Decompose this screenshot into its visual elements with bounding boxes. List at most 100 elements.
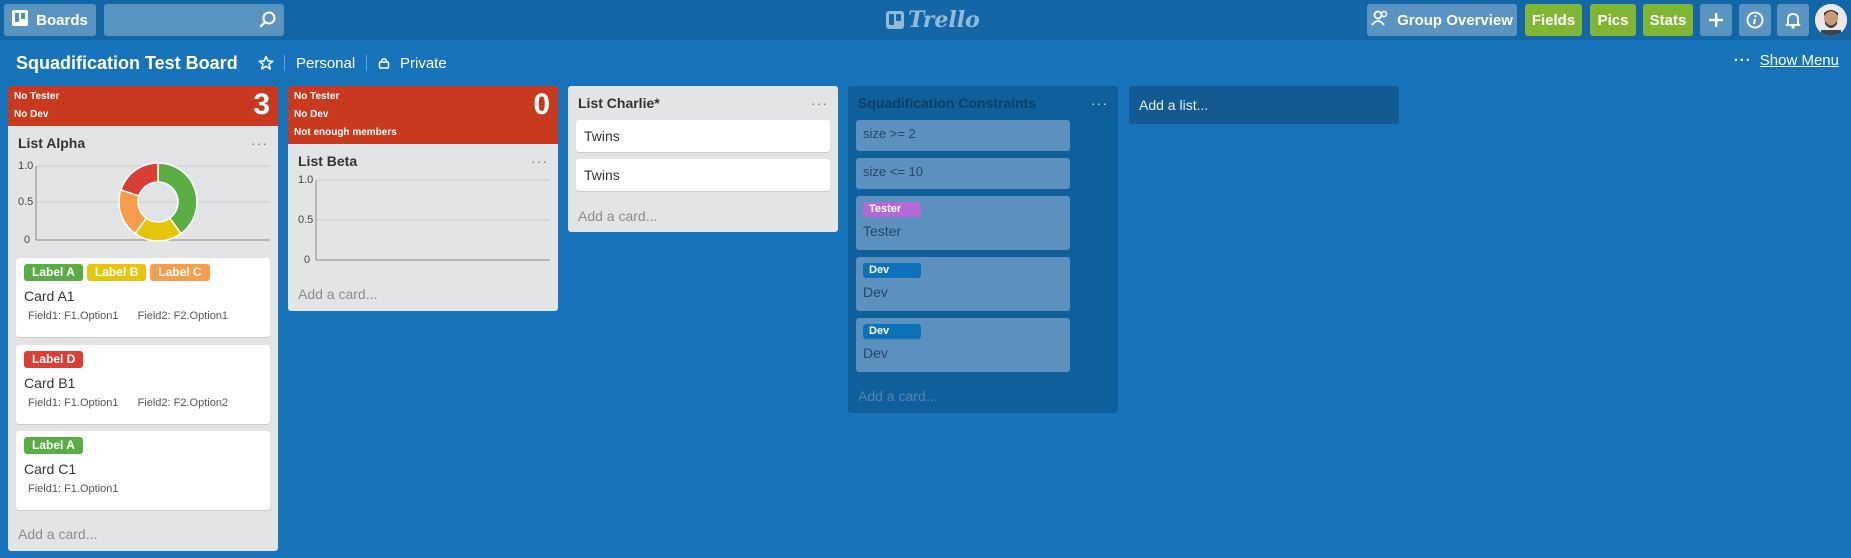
card-fields: Field1: F1.Option1 xyxy=(24,483,262,495)
label-a: Label A xyxy=(24,437,83,454)
squad-status-banner: No Tester No Dev 3 xyxy=(8,86,278,126)
group-icon xyxy=(1371,10,1389,30)
add-card-button[interactable]: Add a card... xyxy=(298,286,377,302)
info-button[interactable] xyxy=(1739,4,1771,36)
label-chart: 1.0 0.5 0 xyxy=(292,174,554,266)
more-icon: ··· xyxy=(1733,52,1752,69)
banner-line: No Tester xyxy=(14,91,60,102)
dev-label: Dev xyxy=(863,263,921,278)
label-chart: 1.0 0.5 0 xyxy=(12,160,274,246)
field-value: Field2: F2.Option2 xyxy=(137,397,229,409)
card-title: Card A1 xyxy=(24,288,75,304)
list-title[interactable]: List Alpha xyxy=(18,135,85,151)
group-overview-button[interactable]: Group Overview xyxy=(1367,4,1517,36)
banner-line: No Tester xyxy=(294,91,340,102)
add-card-button[interactable]: Add a card... xyxy=(858,388,937,404)
constraint-card[interactable]: Tester Tester xyxy=(856,196,1070,250)
list-beta: No Tester No Dev Not enough members 0 Li… xyxy=(288,86,558,311)
list-squadification-constraints: Squadification Constraints ··· size >= 2… xyxy=(848,86,1118,413)
list-title[interactable]: List Beta xyxy=(298,153,357,169)
list-title[interactable]: List Charlie* xyxy=(578,95,660,111)
list-menu-icon[interactable]: ··· xyxy=(251,135,268,151)
card-title: Card B1 xyxy=(24,375,76,391)
pics-label: Pics xyxy=(1597,11,1629,29)
add-card-button[interactable]: Add a card... xyxy=(578,208,657,224)
field-value: Field2: F2.Option1 xyxy=(137,310,229,322)
donut-chart xyxy=(35,162,270,242)
visibility-label: Private xyxy=(400,54,447,72)
show-menu-button[interactable]: ··· Show Menu xyxy=(1734,52,1839,69)
card-title: Twins xyxy=(584,128,620,144)
card-labels: Label A Label B Label C xyxy=(24,264,262,282)
card-twins[interactable]: Twins xyxy=(576,120,830,152)
list-header: List Beta ··· xyxy=(288,144,558,178)
fields-label: Fields xyxy=(1531,11,1576,29)
fields-button[interactable]: Fields xyxy=(1525,4,1582,36)
field-value: Field1: F1.Option1 xyxy=(28,310,119,322)
search-icon[interactable] xyxy=(258,10,278,30)
card-fields: Field1: F1.Option1 Field2: F2.Option2 xyxy=(24,397,262,409)
add-card-button[interactable]: Add a card... xyxy=(18,526,97,542)
label-b: Label B xyxy=(86,264,147,281)
list-alpha: No Tester No Dev 3 List Alpha ··· 1.0 0.… xyxy=(8,86,278,551)
stats-button[interactable]: Stats xyxy=(1643,4,1693,36)
constraint-card[interactable]: size <= 10 xyxy=(856,158,1070,189)
pics-button[interactable]: Pics xyxy=(1590,4,1636,36)
card-fields: Field1: F1.Option1 Field2: F2.Option1 xyxy=(24,310,262,322)
boards-button[interactable]: Boards xyxy=(4,4,96,36)
field-value: Field1: F1.Option1 xyxy=(28,483,119,495)
card-b1[interactable]: Label D Card B1 Field1: F1.Option1 Field… xyxy=(16,345,270,424)
card-title: size <= 10 xyxy=(863,164,923,179)
donut-slice-label-d xyxy=(119,162,159,197)
empty-chart xyxy=(315,179,550,261)
list-header: Squadification Constraints ··· xyxy=(848,86,1118,120)
field-value: Field1: F1.Option1 xyxy=(28,397,119,409)
card-title: Dev xyxy=(863,345,888,361)
list-menu-icon[interactable]: ··· xyxy=(531,153,548,169)
stats-label: Stats xyxy=(1649,11,1687,29)
label-c: Label C xyxy=(150,264,210,281)
notifications-button[interactable] xyxy=(1777,4,1809,36)
show-menu-label: Show Menu xyxy=(1759,52,1839,69)
card-title: Tester xyxy=(863,223,902,239)
list-menu-icon[interactable]: ··· xyxy=(811,95,828,111)
dev-label: Dev xyxy=(863,324,921,339)
add-button[interactable] xyxy=(1700,4,1732,36)
divider xyxy=(284,55,285,71)
lock-icon xyxy=(378,58,390,69)
list-header: List Charlie* ··· xyxy=(568,86,838,120)
banner-line: No Dev xyxy=(14,109,49,120)
star-icon[interactable] xyxy=(258,55,274,71)
avatar[interactable] xyxy=(1815,4,1847,36)
visibility-button[interactable]: Private xyxy=(378,50,447,76)
avatar-icon xyxy=(1815,4,1847,36)
group-overview-label: Group Overview xyxy=(1397,11,1513,29)
list-charlie: List Charlie* ··· Twins Twins Add a card… xyxy=(568,86,838,232)
card-title: size >= 2 xyxy=(863,126,916,141)
squad-status-banner: No Tester No Dev Not enough members 0 xyxy=(288,86,558,144)
tester-label: Tester xyxy=(863,202,921,217)
add-list-button[interactable]: Add a list... xyxy=(1129,86,1399,124)
constraint-card[interactable]: size >= 2 xyxy=(856,120,1070,151)
boards-label: Boards xyxy=(36,11,88,29)
card-title: Dev xyxy=(863,284,888,300)
card-c1[interactable]: Label A Card C1 Field1: F1.Option1 xyxy=(16,431,270,510)
constraint-card[interactable]: Dev Dev xyxy=(856,318,1070,372)
plus-icon xyxy=(1709,13,1723,27)
card-labels: Label A xyxy=(24,437,262,455)
member-count: 0 xyxy=(533,88,550,121)
constraint-card[interactable]: Dev Dev xyxy=(856,257,1070,311)
divider xyxy=(366,55,367,71)
card-twins[interactable]: Twins xyxy=(576,159,830,191)
card-labels: Label D xyxy=(24,351,262,369)
team-button[interactable]: Personal xyxy=(296,50,355,76)
list-title[interactable]: Squadification Constraints xyxy=(858,95,1036,111)
trello-logo[interactable]: Trello xyxy=(886,7,980,33)
card-a1[interactable]: Label A Label B Label C Card A1 Field1: … xyxy=(16,258,270,337)
search-input[interactable] xyxy=(104,4,284,36)
card-title: Twins xyxy=(584,167,620,183)
boards-icon xyxy=(12,10,29,30)
label-a: Label A xyxy=(24,264,83,281)
list-menu-icon[interactable]: ··· xyxy=(1091,95,1108,111)
board-title[interactable]: Squadification Test Board xyxy=(16,50,238,76)
